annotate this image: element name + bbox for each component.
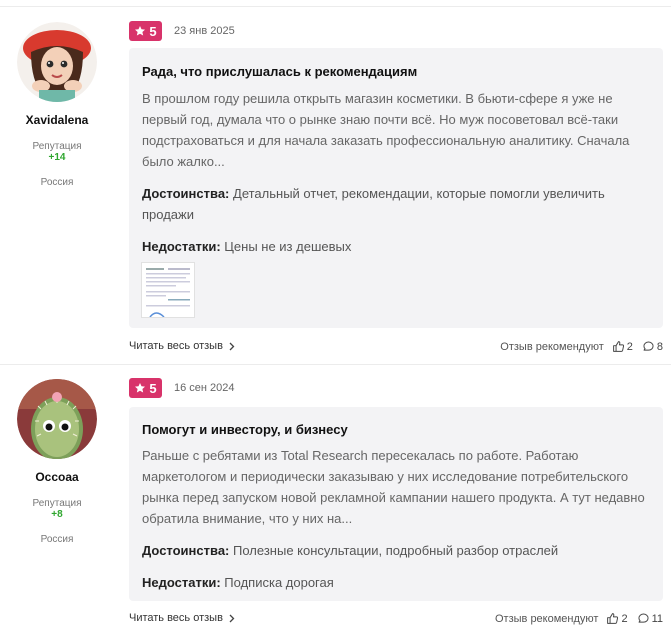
chevron-right-icon (229, 342, 235, 350)
like-count: 2 (626, 340, 633, 353)
author-country: Россия (40, 534, 74, 545)
review-date: 23 янв 2025 (174, 25, 235, 37)
like-count: 2 (621, 612, 628, 625)
cons-label: Недостатки: (142, 239, 221, 254)
recommend-label: Отзыв рекомендуют (500, 340, 604, 353)
like-button[interactable]: 2 (606, 612, 628, 625)
read-more-label: Читать весь отзыв (129, 340, 223, 352)
review-date: 16 сен 2024 (174, 382, 235, 394)
review-cons: Недостатки: Подписка дорогая (142, 572, 650, 593)
review-meta: 5 23 янв 2025 (129, 21, 235, 41)
like-button[interactable]: 2 (612, 340, 633, 353)
review-body: Рада, что прислушалась к рекомендациям В… (129, 48, 663, 328)
comment-icon (638, 613, 649, 623)
pros-label: Достоинства: (142, 543, 230, 558)
review-pros: Достоинства: Детальный отчет, рекомендац… (142, 183, 650, 225)
author-name[interactable]: Xavidalena (0, 113, 114, 127)
pros-text: Полезные консультации, подробный разбор … (233, 543, 559, 558)
review-footer: Читать весь отзыв Отзыв рекомендуют 2 11 (129, 612, 663, 628)
recommend-label: Отзыв рекомендуют (495, 612, 599, 625)
review-author: Xavidalena Репутация +14 Россия (0, 22, 114, 188)
review-cons: Недостатки: Цены не из дешевых (142, 236, 650, 257)
comment-count: 8 (656, 340, 663, 353)
cons-text: Цены не из дешевых (224, 239, 352, 254)
read-more-link[interactable]: Читать весь отзыв (129, 340, 235, 352)
review-card: Xavidalena Репутация +14 Россия 5 23 янв… (0, 0, 671, 360)
star-icon (135, 26, 146, 36)
cons-label: Недостатки: (142, 575, 221, 590)
read-more-label: Читать весь отзыв (129, 612, 223, 624)
review-body: Помогут и инвестору, и бизнесу Раньше с … (129, 407, 663, 601)
attachment-thumbnail[interactable] (141, 262, 195, 318)
comment-button[interactable]: 8 (642, 340, 663, 353)
recommend-bar: Отзыв рекомендуют 2 8 (500, 340, 663, 353)
avatar[interactable] (17, 22, 97, 102)
rating-badge: 5 (129, 21, 162, 41)
reputation-label: Репутация (32, 498, 82, 509)
review-meta: 5 16 сен 2024 (129, 378, 235, 398)
reputation-value: +14 (48, 152, 66, 163)
review-card: Occoaa Репутация +8 Россия 5 16 сен 2024… (0, 360, 671, 644)
author-name[interactable]: Occoaa (0, 470, 114, 484)
comment-button[interactable]: 11 (637, 612, 663, 625)
review-footer: Читать весь отзыв Отзыв рекомендуют 2 8 (129, 340, 663, 356)
author-country: Россия (40, 177, 74, 188)
reputation-value: +8 (51, 509, 63, 520)
comment-count: 11 (651, 612, 663, 625)
comment-icon (643, 341, 654, 351)
avatar[interactable] (17, 379, 97, 459)
chevron-right-icon (229, 614, 235, 622)
recommend-bar: Отзыв рекомендуют 2 11 (495, 612, 663, 625)
review-pros: Достоинства: Полезные консультации, подр… (142, 540, 650, 561)
read-more-link[interactable]: Читать весь отзыв (129, 612, 235, 624)
rating-value: 5 (149, 23, 157, 39)
thumbs-up-icon (612, 341, 624, 352)
cons-text: Подписка дорогая (224, 575, 334, 590)
thumbs-up-icon (607, 613, 619, 624)
pros-label: Достоинства: (142, 186, 230, 201)
review-text: В прошлом году решила открыть магазин ко… (142, 91, 630, 169)
reputation-label: Репутация (32, 141, 82, 152)
rating-value: 5 (149, 380, 157, 396)
review-author: Occoaa Репутация +8 Россия (0, 379, 114, 545)
review-title[interactable]: Помогут и инвестору, и бизнесу (142, 422, 650, 437)
star-icon (135, 383, 146, 393)
review-title[interactable]: Рада, что прислушалась к рекомендациям (142, 64, 650, 79)
review-text: Раньше с ребятами из Total Research пере… (142, 448, 645, 526)
rating-badge: 5 (129, 378, 162, 398)
